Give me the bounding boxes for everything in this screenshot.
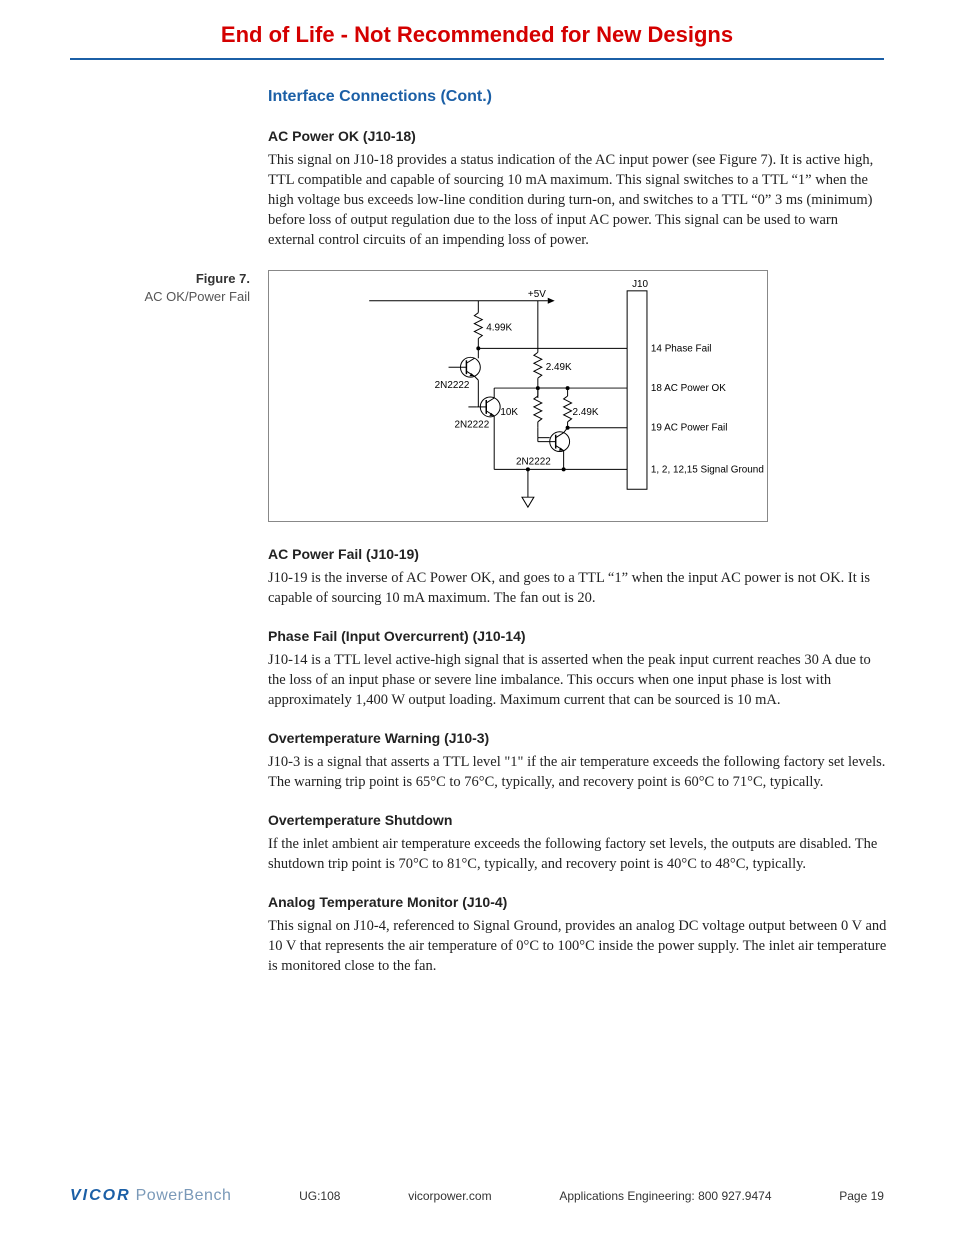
label-r1: 4.99K [486, 323, 512, 334]
label-pin19: 19 AC Power Fail [651, 423, 728, 434]
label-j10: J10 [632, 279, 648, 290]
label-q3: 2N2222 [516, 456, 551, 467]
main-content-2: AC Power Fail (J10-19) J10-19 is the inv… [268, 546, 888, 976]
eol-banner: End of Life - Not Recommended for New De… [70, 22, 884, 58]
body-analog-temp: This signal on J10-4, referenced to Sign… [268, 916, 888, 976]
body-overtemp-warning: J10-3 is a signal that asserts a TTL lev… [268, 752, 888, 792]
label-pin14: 14 Phase Fail [651, 343, 712, 354]
footer-url: vicorpower.com [408, 1189, 491, 1203]
label-5v: +5V [528, 289, 546, 300]
footer-ug: UG:108 [299, 1189, 340, 1203]
logo-powerbench: PowerBench [131, 1187, 232, 1204]
label-q2: 2N2222 [455, 420, 490, 431]
footer-page: Page 19 [839, 1189, 884, 1203]
label-pin18: 18 AC Power OK [651, 383, 726, 394]
section-title: Interface Connections (Cont.) [268, 88, 888, 106]
footer-contact: Applications Engineering: 800 927.9474 [559, 1189, 771, 1203]
figure-caption: AC OK/Power Fail [145, 289, 250, 304]
vicor-logo: VICOR PowerBench [70, 1187, 231, 1205]
figure-number: Figure 7. [196, 271, 250, 286]
logo-vicor: VICOR [70, 1187, 131, 1204]
body-ac-power-fail: J10-19 is the inverse of AC Power OK, an… [268, 568, 888, 608]
header-rule [70, 58, 884, 60]
heading-ac-power-ok: AC Power OK (J10-18) [268, 128, 888, 144]
heading-overtemp-shutdown: Overtemperature Shutdown [268, 812, 888, 828]
heading-phase-fail: Phase Fail (Input Overcurrent) (J10-14) [268, 628, 888, 644]
label-q1: 2N2222 [435, 380, 470, 391]
label-r2: 2.49K [546, 362, 572, 373]
figure-7-diagram: J10 +5V 4.99K 14 Phase Fail 2N22 [268, 270, 768, 522]
figure-7-label: Figure 7. AC OK/Power Fail [70, 270, 268, 306]
label-r4: 2.49K [573, 407, 599, 418]
label-gnd: 1, 2, 12,15 Signal Ground [651, 464, 764, 475]
body-ac-power-ok: This signal on J10-18 provides a status … [268, 150, 888, 250]
figure-7-row: Figure 7. AC OK/Power Fail J10 +5V 4.99K… [70, 270, 884, 522]
label-r3: 10K [500, 407, 518, 418]
body-phase-fail: J10-14 is a TTL level active-high signal… [268, 650, 888, 710]
heading-analog-temp: Analog Temperature Monitor (J10-4) [268, 894, 888, 910]
main-content: Interface Connections (Cont.) AC Power O… [268, 88, 888, 250]
body-overtemp-shutdown: If the inlet ambient air temperature exc… [268, 834, 888, 874]
heading-overtemp-warning: Overtemperature Warning (J10-3) [268, 730, 888, 746]
page-footer: VICOR PowerBench UG:108 vicorpower.com A… [70, 1187, 884, 1205]
heading-ac-power-fail: AC Power Fail (J10-19) [268, 546, 888, 562]
